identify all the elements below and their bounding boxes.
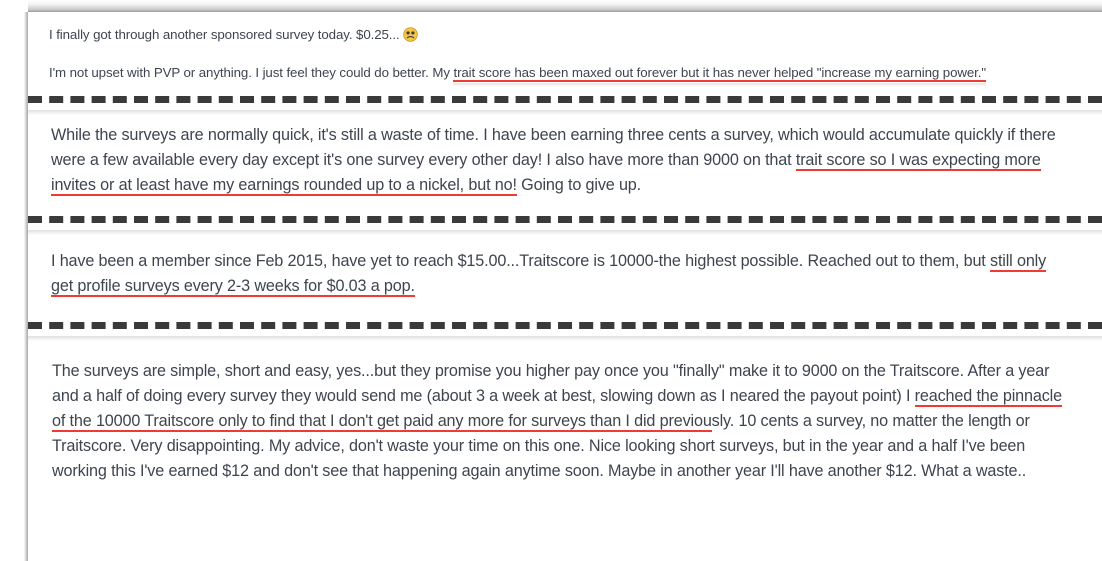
review-1-p1-text: I finally got through another sponsored …	[49, 27, 404, 42]
review-block-1: I finally got through another sponsored …	[28, 12, 1102, 96]
highlight-underline-1: trait score has been maxed out forever b…	[453, 64, 986, 82]
review-1-paragraph-2: I'm not upset with PVP or anything. I ju…	[49, 64, 1084, 83]
dizzy-face-emoji	[403, 27, 418, 42]
top-gradient-strip	[28, 0, 1102, 12]
reviews-container: I finally got through another sponsored …	[28, 12, 1102, 561]
review-block-4: The surveys are simple, short and easy, …	[28, 329, 1102, 494]
dashed-separator-1	[28, 95, 1102, 115]
review-2-paragraph-1: While the surveys are normally quick, it…	[51, 123, 1069, 198]
review-2-tail: Going to give up.	[516, 175, 642, 194]
review-4-paragraph-1: The surveys are simple, short and easy, …	[52, 359, 1078, 484]
review-1-p2-lead: I'm not upset with PVP or anything. I ju…	[49, 64, 454, 80]
review-1-paragraph-1: I finally got through another sponsored …	[49, 26, 1084, 45]
review-block-3: I have been a member since Feb 2015, hav…	[28, 223, 1102, 323]
review-block-2: While the surveys are normally quick, it…	[28, 103, 1102, 216]
review-3-lead: I have been a member since Feb 2015, hav…	[51, 251, 990, 270]
dashed-separator-3	[28, 322, 1102, 342]
review-4-lead: The surveys are simple, short and easy, …	[52, 362, 1050, 406]
page-shell: I finally got through another sponsored …	[0, 0, 1102, 561]
review-3-paragraph-1: I have been a member since Feb 2015, hav…	[51, 249, 1069, 299]
dashed-separator-2	[28, 215, 1102, 235]
